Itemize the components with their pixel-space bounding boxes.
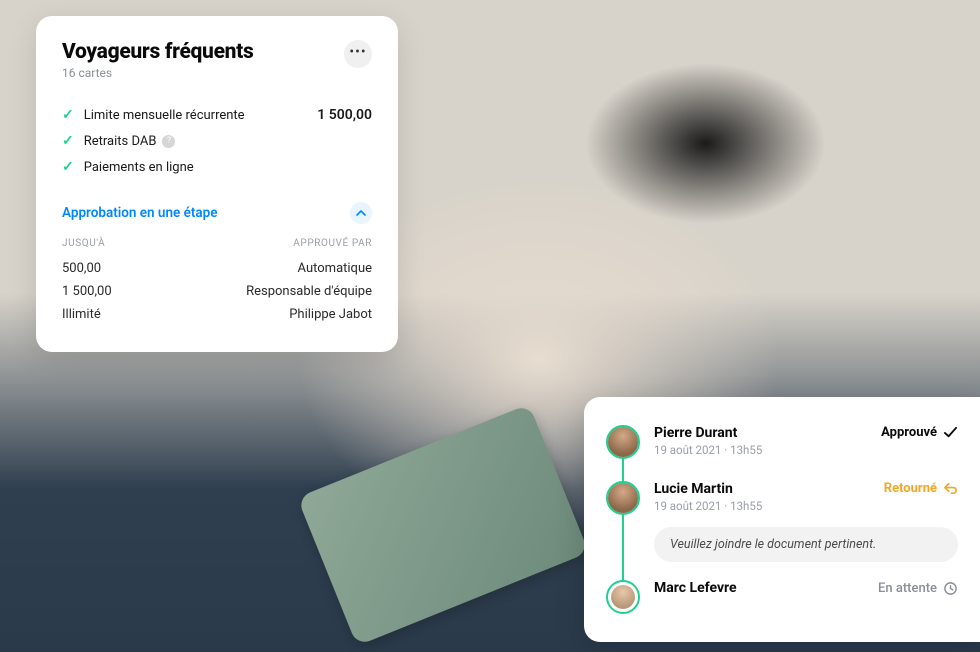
feature-value: 1 500,00 bbox=[317, 107, 372, 123]
status-label: Approuvé bbox=[881, 425, 937, 440]
person-name: Marc Lefevre bbox=[654, 580, 868, 596]
return-icon bbox=[943, 481, 958, 496]
feature-item: ✓ Retraits DAB ? bbox=[62, 128, 372, 154]
more-menu-button[interactable]: ••• bbox=[344, 40, 372, 68]
table-row: 1 500,00 Responsable d'équipe bbox=[62, 280, 372, 303]
status-label: Retourné bbox=[884, 481, 937, 496]
feature-label: Retraits DAB bbox=[84, 134, 157, 149]
approval-table-body: 500,00 Automatique 1 500,00 Responsable … bbox=[62, 257, 372, 326]
person-name: Lucie Martin bbox=[654, 481, 874, 497]
chevron-up-icon bbox=[350, 202, 372, 224]
limit-value: Illimité bbox=[62, 307, 101, 322]
approval-toggle[interactable]: Approbation en une étape bbox=[62, 202, 372, 224]
avatar bbox=[606, 481, 640, 515]
status-label: En attente bbox=[878, 581, 937, 596]
table-row: 500,00 Automatique bbox=[62, 257, 372, 280]
timeline-item: Marc Lefevre En attente bbox=[606, 580, 958, 614]
feature-item: ✓ Paiements en ligne bbox=[62, 154, 372, 180]
card-group-panel: Voyageurs fréquents 16 cartes ••• ✓ Limi… bbox=[36, 16, 398, 352]
feature-label: Limite mensuelle récurrente bbox=[84, 108, 245, 123]
limit-value: 1 500,00 bbox=[62, 284, 112, 299]
status-approved: Approuvé bbox=[881, 425, 958, 440]
features-list: ✓ Limite mensuelle récurrente 1 500,00 ✓… bbox=[62, 102, 372, 180]
feature-item: ✓ Limite mensuelle récurrente 1 500,00 bbox=[62, 102, 372, 128]
check-icon: ✓ bbox=[62, 133, 74, 149]
approver-value: Responsable d'équipe bbox=[246, 284, 372, 299]
timeline: Pierre Durant 19 août 2021 · 13h55 Appro… bbox=[606, 425, 958, 614]
col-approver: Approuvé par bbox=[293, 238, 372, 249]
comment-text: Veuillez joindre le document pertinent. bbox=[670, 537, 876, 552]
timeline-item: Lucie Martin 19 août 2021 · 13h55 Retour… bbox=[606, 481, 958, 537]
feature-label: Paiements en ligne bbox=[84, 160, 194, 175]
check-icon bbox=[943, 425, 958, 440]
avatar bbox=[606, 580, 640, 614]
timestamp: 19 août 2021 · 13h55 bbox=[654, 499, 874, 513]
approver-value: Philippe Jabot bbox=[289, 307, 372, 322]
table-row: Illimité Philippe Jabot bbox=[62, 303, 372, 326]
check-icon: ✓ bbox=[62, 159, 74, 175]
check-icon: ✓ bbox=[62, 107, 74, 123]
approver-value: Automatique bbox=[298, 261, 372, 276]
help-icon[interactable]: ? bbox=[162, 135, 175, 148]
approval-table-header: Jusqu'à Approuvé par bbox=[62, 238, 372, 249]
limit-value: 500,00 bbox=[62, 261, 101, 276]
status-pending: En attente bbox=[878, 581, 958, 596]
clock-icon bbox=[943, 581, 958, 596]
ellipsis-icon: ••• bbox=[349, 45, 366, 59]
col-limit: Jusqu'à bbox=[62, 238, 105, 249]
panel-subtitle: 16 cartes bbox=[62, 66, 254, 80]
avatar bbox=[606, 425, 640, 459]
panel-title: Voyageurs fréquents bbox=[62, 40, 254, 64]
approval-toggle-label: Approbation en une étape bbox=[62, 205, 218, 221]
person-name: Pierre Durant bbox=[654, 425, 871, 441]
status-returned: Retourné bbox=[884, 481, 958, 496]
approval-timeline-panel: Pierre Durant 19 août 2021 · 13h55 Appro… bbox=[584, 397, 980, 642]
timestamp: 19 août 2021 · 13h55 bbox=[654, 443, 871, 457]
timeline-item: Pierre Durant 19 août 2021 · 13h55 Appro… bbox=[606, 425, 958, 481]
credit-card-visual bbox=[297, 404, 589, 646]
